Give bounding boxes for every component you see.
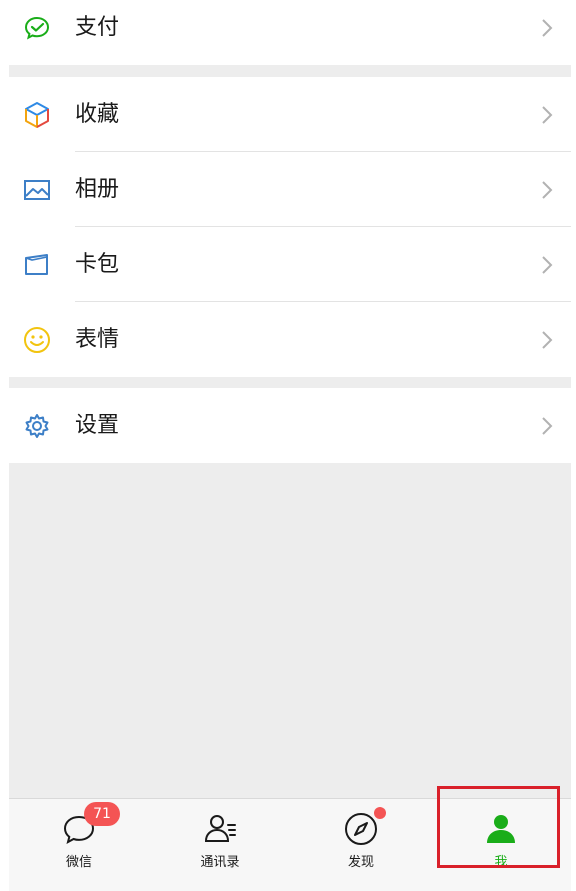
bottom-tab-bar: 71 微信 通讯录 发现 我 xyxy=(9,798,571,891)
gear-icon xyxy=(23,412,51,440)
card-icon xyxy=(23,251,51,279)
chevron-right-icon xyxy=(541,18,553,38)
smiley-icon xyxy=(23,326,51,354)
person-icon xyxy=(483,811,519,847)
new-content-dot xyxy=(374,807,386,819)
unread-badge: 71 xyxy=(84,802,120,826)
wechat-pay-icon xyxy=(23,14,51,42)
tab-label: 微信 xyxy=(65,855,92,870)
chevron-right-icon xyxy=(541,255,553,275)
chevron-right-icon xyxy=(541,330,553,350)
menu-item-label: 表情 xyxy=(75,327,120,352)
menu-item-settings[interactable]: 设置 xyxy=(9,388,571,463)
chevron-right-icon xyxy=(541,416,553,436)
tab-chats[interactable]: 71 微信 xyxy=(9,799,149,891)
tab-label: 我 xyxy=(494,855,508,870)
menu-item-label: 支付 xyxy=(75,15,120,40)
me-screen: 支付 收藏 相册 卡包 表情 设置 71 微信 通讯录 发现 我 xyxy=(9,0,571,891)
tab-label: 发现 xyxy=(347,855,374,870)
menu-item-cards[interactable]: 卡包 xyxy=(9,227,571,302)
menu-item-stickers[interactable]: 表情 xyxy=(9,302,571,377)
menu-item-album[interactable]: 相册 xyxy=(9,152,571,227)
image-icon xyxy=(23,176,51,204)
compass-icon xyxy=(343,811,379,847)
tab-discover[interactable]: 发现 xyxy=(291,799,431,891)
chevron-right-icon xyxy=(541,180,553,200)
tab-me[interactable]: 我 xyxy=(431,799,571,891)
menu-item-label: 收藏 xyxy=(75,102,120,127)
tab-contacts[interactable]: 通讯录 xyxy=(150,799,290,891)
menu-item-label: 设置 xyxy=(75,413,120,438)
tab-label: 通讯录 xyxy=(200,855,240,870)
menu-item-label: 相册 xyxy=(75,177,120,202)
menu-item-favorites[interactable]: 收藏 xyxy=(9,77,571,152)
chevron-right-icon xyxy=(541,105,553,125)
menu-item-pay[interactable]: 支付 xyxy=(9,0,571,65)
cube-icon xyxy=(23,101,51,129)
menu-item-label: 卡包 xyxy=(75,252,120,277)
contacts-icon xyxy=(202,811,238,847)
